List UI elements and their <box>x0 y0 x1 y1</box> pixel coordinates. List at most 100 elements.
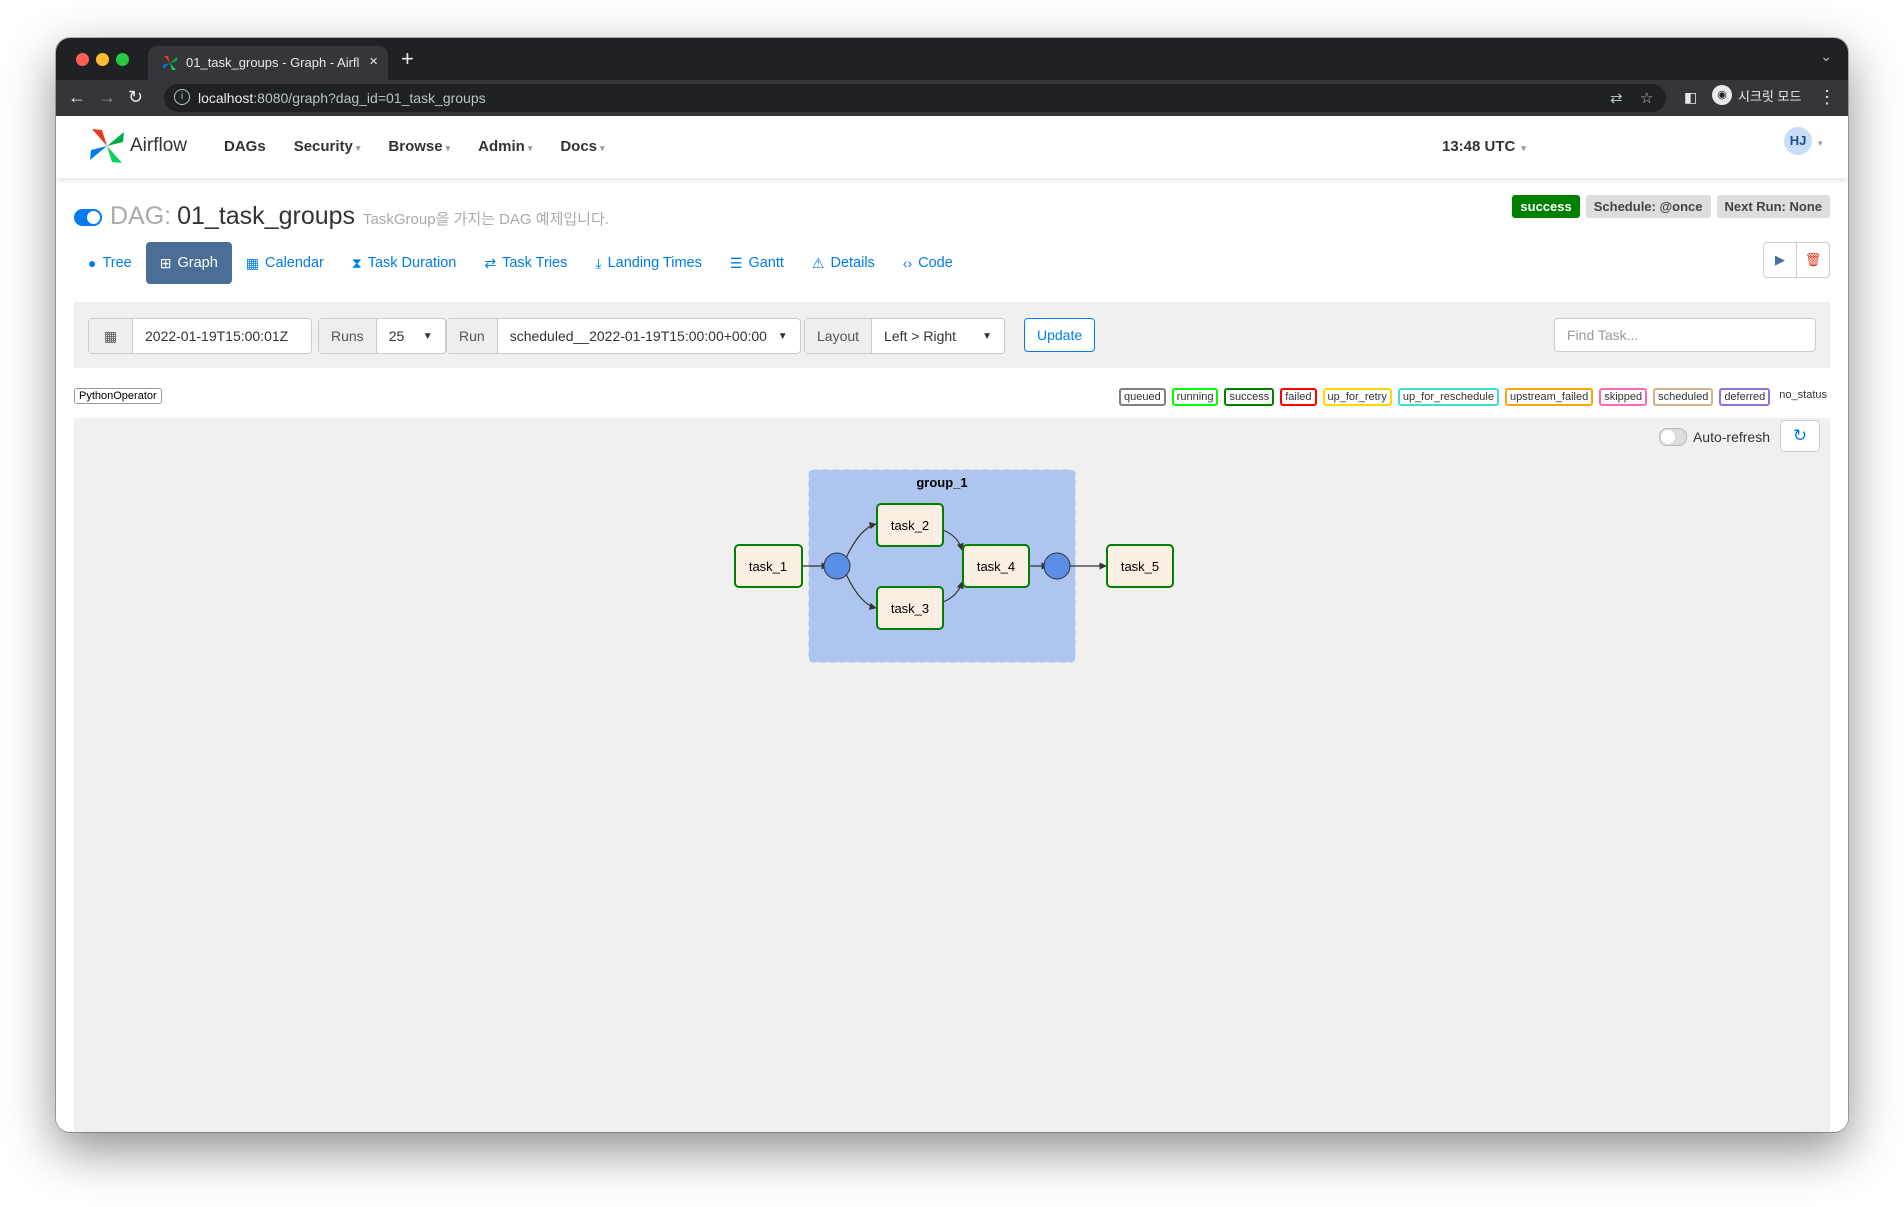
tab-gantt[interactable]: ☰ Gantt <box>716 242 798 284</box>
menu-admin[interactable]: Admin ▾ <box>478 138 532 155</box>
play-icon: ▶ <box>1775 252 1785 267</box>
back-arrow-icon[interactable]: ← <box>68 87 86 108</box>
dag-description: TaskGroup을 가지는 DAG 예제입니다. <box>363 211 609 228</box>
delete-dag-button[interactable]: 🗑 <box>1797 243 1829 277</box>
dag-title: 01_task_groups <box>177 202 356 230</box>
task-node-task-5[interactable]: task_5 <box>1106 544 1174 588</box>
run-group: Run scheduled__2022-01-19T15:00:00+00:00… <box>446 318 801 354</box>
caret-down-icon: ▾ <box>355 143 361 153</box>
runs-label: Runs <box>319 319 377 353</box>
run-label: Run <box>447 319 498 353</box>
forward-arrow-icon[interactable]: → <box>98 87 116 108</box>
task-label: task_5 <box>1121 559 1159 574</box>
operator-legend-python: PythonOperator <box>74 388 162 404</box>
calendar-icon: ▦ <box>245 254 260 271</box>
legend-running[interactable]: running <box>1171 388 1219 406</box>
dag-pause-toggle[interactable] <box>74 209 102 226</box>
status-badge: success <box>1512 195 1580 218</box>
close-window-button[interactable] <box>76 53 89 66</box>
legend-no-status[interactable]: no_status <box>1776 388 1830 406</box>
address-bar[interactable]: i localhost:8080/graph?dag_id=01_task_gr… <box>164 84 1666 112</box>
site-info-icon[interactable]: i <box>174 89 190 105</box>
utc-clock[interactable]: 13:48 UTC ▾ <box>1442 138 1526 155</box>
airflow-logo[interactable]: Airflow <box>88 127 187 165</box>
runs-select[interactable]: 25 ▼ <box>377 319 445 353</box>
caret-down-icon[interactable]: ▾ <box>1818 138 1823 149</box>
layout-label: Layout <box>805 319 873 353</box>
runs-group: Runs 25 ▼ <box>318 318 446 354</box>
task-label: task_1 <box>749 559 787 574</box>
dag-badges: success Schedule: @once Next Run: None <box>1512 195 1830 218</box>
tab-tree[interactable]: ● Tree <box>74 242 146 284</box>
browser-menu-icon[interactable]: ⋮ <box>1818 87 1836 108</box>
minimize-window-button[interactable] <box>96 53 109 66</box>
legend-skipped[interactable]: skipped <box>1599 388 1648 406</box>
dag-graph: group_1 task_1 task_2 task_3 task_4 task… <box>734 469 1174 663</box>
menu-browse[interactable]: Browse ▾ <box>388 138 450 155</box>
reload-icon[interactable]: ↻ <box>128 87 143 108</box>
legend-upstream-failed[interactable]: upstream_failed <box>1504 388 1594 406</box>
task-label: task_3 <box>891 601 929 616</box>
tab-calendar[interactable]: ▦ Calendar <box>232 242 338 284</box>
hourglass-icon: ⧗ <box>351 254 362 271</box>
side-panel-icon[interactable]: ◧ <box>1684 89 1697 106</box>
state-legend: queued running success failed up_for_ret… <box>1119 388 1830 406</box>
legend-failed[interactable]: failed <box>1280 388 1317 406</box>
legend-deferred[interactable]: deferred <box>1719 388 1771 406</box>
task-node-task-1[interactable]: task_1 <box>734 544 803 588</box>
graph-canvas[interactable]: Auto-refresh ↻ group_1 task_1 task_2 tas… <box>74 418 1830 1132</box>
main-menu: DAGs Security ▾ Browse ▾ Admin ▾ Docs ▾ <box>224 138 605 155</box>
browser-tab[interactable]: 01_task_groups - Graph - Airfl × <box>148 46 388 80</box>
browser-toolbar: ← → ↻ i localhost:8080/graph?dag_id=01_t… <box>56 80 1848 116</box>
tab-task-tries[interactable]: ⇄ Task Tries <box>470 242 581 284</box>
gantt-icon: ☰ <box>729 254 743 271</box>
repeat-icon: ⇄ <box>484 254 497 271</box>
base-date-input[interactable]: 2022-01-19T15:00:01Z <box>133 319 311 353</box>
run-select[interactable]: scheduled__2022-01-19T15:00:00+00:00 ▼ <box>498 319 800 353</box>
legend-up-for-retry[interactable]: up_for_retry <box>1322 388 1392 406</box>
airflow-favicon-icon <box>163 56 177 70</box>
menu-dags[interactable]: DAGs <box>224 138 266 155</box>
tab-search-chevron-icon[interactable]: ⌄ <box>1820 48 1832 65</box>
view-tabs: ● Tree ⊞ Graph ▦ Calendar ⧗ Task Duration ⇄ T… <box>74 242 967 284</box>
tab-landing-times[interactable]: ⤓ Landing Times <box>581 242 716 284</box>
top-navbar: Airflow DAGs Security ▾ Browse ▾ Admin ▾ Do… <box>56 116 1848 178</box>
menu-docs[interactable]: Docs ▾ <box>560 138 604 155</box>
legend-up-for-reschedule[interactable]: up_for_reschedule <box>1397 388 1499 406</box>
legend-success[interactable]: success <box>1224 388 1275 406</box>
translate-icon[interactable]: ⇄ <box>1610 89 1623 107</box>
group-exit-join[interactable] <box>1043 552 1071 580</box>
update-button[interactable]: Update <box>1024 318 1096 352</box>
tab-details[interactable]: ⚠ Details <box>798 242 889 284</box>
new-tab-button[interactable]: + <box>401 46 414 72</box>
tab-task-duration[interactable]: ⧗ Task Duration <box>338 242 470 284</box>
airflow-page: Airflow DAGs Security ▾ Browse ▾ Admin ▾ Do… <box>56 116 1848 1132</box>
task-node-task-2[interactable]: task_2 <box>876 503 944 547</box>
layout-select[interactable]: Left > Right ▼ <box>872 319 1004 353</box>
trigger-dag-button[interactable]: ▶ <box>1764 243 1797 277</box>
task-node-task-3[interactable]: task_3 <box>876 586 944 630</box>
task-label: task_4 <box>977 559 1015 574</box>
legend-scheduled[interactable]: scheduled <box>1653 388 1714 406</box>
bookmark-star-icon[interactable]: ☆ <box>1640 89 1653 107</box>
tree-icon: ● <box>88 255 97 271</box>
menu-security[interactable]: Security ▾ <box>294 138 361 155</box>
close-tab-icon[interactable]: × <box>369 53 378 70</box>
tab-code[interactable]: ‹› Code <box>889 242 967 284</box>
calendar-icon[interactable]: ▦ <box>89 319 133 353</box>
incognito-label: 시크릿 모드 <box>1738 88 1802 104</box>
user-avatar[interactable]: HJ <box>1784 127 1812 155</box>
group-entry-join[interactable] <box>823 552 851 580</box>
maximize-window-button[interactable] <box>116 53 129 66</box>
graph-icon: ⊞ <box>159 254 172 271</box>
find-task-input[interactable]: Find Task... <box>1554 318 1816 352</box>
incognito-indicator[interactable]: ◉ 시크릿 모드 <box>1712 84 1801 106</box>
legend-queued[interactable]: queued <box>1119 388 1166 406</box>
browser-tab-strip: 01_task_groups - Graph - Airfl × + ⌄ <box>56 38 1848 80</box>
task-node-task-4[interactable]: task_4 <box>962 544 1030 588</box>
brand-name: Airflow <box>130 135 188 156</box>
address-url[interactable]: localhost:8080/graph?dag_id=01_task_grou… <box>198 90 486 106</box>
tab-graph[interactable]: ⊞ Graph <box>145 242 232 284</box>
schedule-badge: Schedule: @once <box>1585 195 1711 218</box>
caret-down-icon: ▾ <box>1521 143 1526 153</box>
